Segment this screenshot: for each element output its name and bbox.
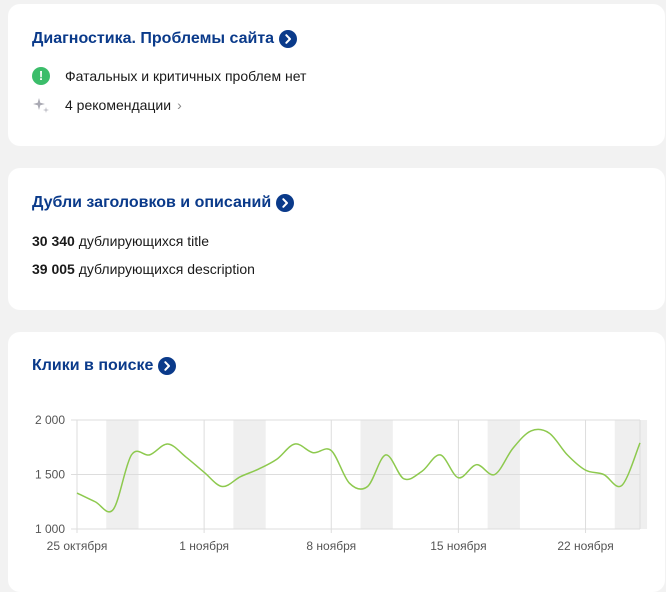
sparkle-icon xyxy=(32,96,50,114)
recommendations-text: 4 рекомендации xyxy=(65,97,171,113)
diagnostics-title: Диагностика. Проблемы сайта xyxy=(32,30,274,48)
chevron-right-icon xyxy=(279,30,297,48)
clicks-series-line xyxy=(77,429,640,511)
y-tick-label: 2 000 xyxy=(35,413,65,427)
check-icon: ! xyxy=(32,67,50,85)
duplicate-titles-stat: 30 340 дублирующихся title xyxy=(32,233,209,249)
chevron-right-icon: › xyxy=(177,97,182,113)
x-tick-label: 22 ноября xyxy=(557,539,613,553)
x-tick-label: 25 октября xyxy=(47,539,108,553)
recommendations-link[interactable]: 4 рекомендации › xyxy=(32,96,182,114)
duplicates-title: Дубли заголовков и описаний xyxy=(32,194,271,212)
status-row: ! Фатальных и критичных проблем нет xyxy=(32,67,306,85)
duplicates-card: Дубли заголовков и описаний 30 340 дубли… xyxy=(8,168,665,310)
chevron-right-icon xyxy=(276,194,294,212)
diagnostics-title-link[interactable]: Диагностика. Проблемы сайта xyxy=(32,30,297,48)
duplicate-titles-count: 30 340 xyxy=(32,233,75,249)
duplicate-descriptions-label: дублирующихся description xyxy=(79,261,255,277)
y-tick-label: 1 000 xyxy=(35,522,65,536)
duplicates-title-link[interactable]: Дубли заголовков и описаний xyxy=(32,194,294,212)
x-tick-label: 1 ноября xyxy=(179,539,229,553)
x-tick-label: 8 ноября xyxy=(306,539,356,553)
duplicate-descriptions-count: 39 005 xyxy=(32,261,75,277)
duplicate-titles-label: дублирующихся title xyxy=(79,233,209,249)
status-text: Фатальных и критичных проблем нет xyxy=(65,68,306,84)
x-tick-label: 15 ноября xyxy=(430,539,486,553)
duplicate-descriptions-stat: 39 005 дублирующихся description xyxy=(32,261,255,277)
diagnostics-card: Диагностика. Проблемы сайта ! Фатальных … xyxy=(8,4,665,146)
y-tick-label: 1 500 xyxy=(35,468,65,482)
clicks-card: Клики в поиске 2 0001 5001 00025 октября… xyxy=(8,332,665,592)
clicks-chart[interactable]: 2 000 1 500 1 000 25 октября 1 ноября 8 ноябр… xyxy=(8,332,665,572)
